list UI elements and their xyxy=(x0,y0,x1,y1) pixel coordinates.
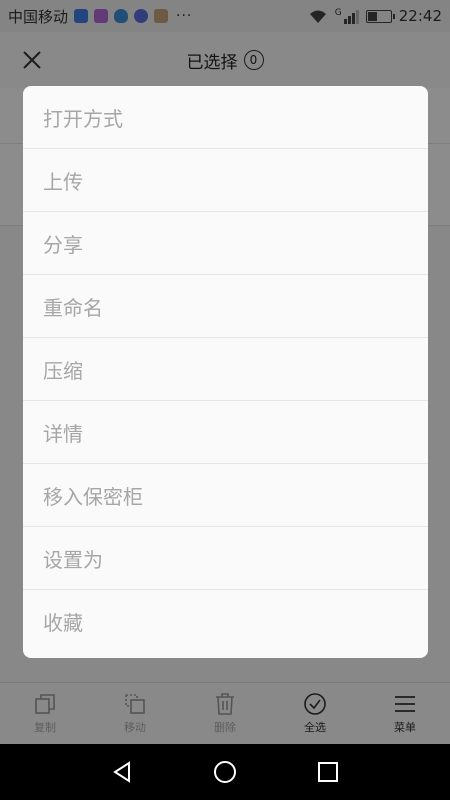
home-icon xyxy=(213,761,236,783)
menu-item-upload[interactable]: 上传 xyxy=(23,149,428,212)
home-button[interactable] xyxy=(205,752,245,792)
menu-item-favorite[interactable]: 收藏 xyxy=(23,590,428,653)
menu-item-rename[interactable]: 重命名 xyxy=(23,275,428,338)
menu-item-share[interactable]: 分享 xyxy=(23,212,428,275)
menu-item-move-to-vault[interactable]: 移入保密柜 xyxy=(23,464,428,527)
system-nav-bar xyxy=(0,744,450,800)
back-icon xyxy=(112,761,130,783)
menu-item-compress[interactable]: 压缩 xyxy=(23,338,428,401)
context-menu: 打开方式 上传 分享 重命名 压缩 详情 移入保密柜 设置为 收藏 xyxy=(23,86,428,658)
menu-item-open-with[interactable]: 打开方式 xyxy=(23,86,428,149)
menu-item-details[interactable]: 详情 xyxy=(23,401,428,464)
recents-icon xyxy=(318,762,339,782)
back-button[interactable] xyxy=(102,752,142,792)
menu-item-set-as[interactable]: 设置为 xyxy=(23,527,428,590)
recents-button[interactable] xyxy=(308,752,348,792)
